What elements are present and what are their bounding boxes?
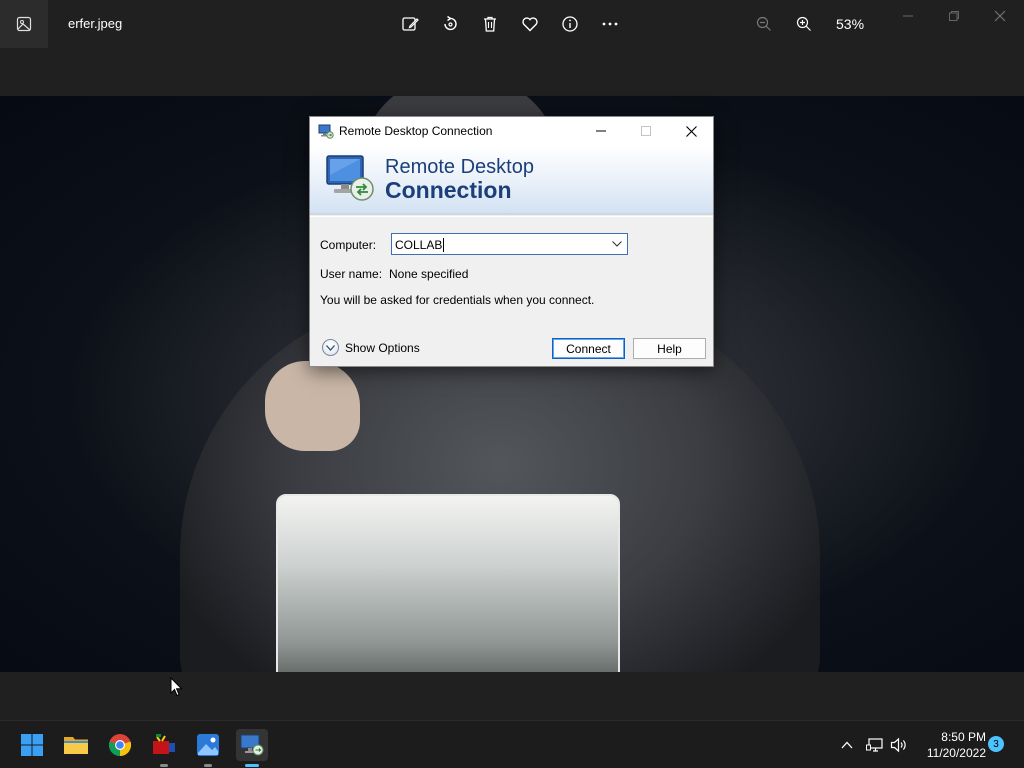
clock-time: 8:50 PM <box>941 730 986 744</box>
close-button[interactable] <box>982 6 1018 26</box>
mouse-cursor-icon <box>170 676 184 697</box>
rdc-banner-title-line2: Connection <box>385 177 512 203</box>
rotate-icon[interactable] <box>438 12 462 36</box>
minimize-button[interactable] <box>890 6 926 26</box>
clock-date: 11/20/2022 <box>926 746 986 760</box>
username-value: None specified <box>389 267 469 281</box>
more-icon[interactable] <box>598 12 622 36</box>
taskbar: 8:50 PM 11/20/2022 <box>0 720 1024 768</box>
running-indicator <box>160 764 168 767</box>
photo-figure-hand <box>265 361 360 451</box>
media-app-icon[interactable] <box>148 729 180 767</box>
system-clock[interactable]: 8:50 PM 11/20/2022 <box>916 729 986 761</box>
active-indicator <box>245 764 259 767</box>
photos-app-icon[interactable] <box>0 0 48 48</box>
network-icon[interactable] <box>864 733 886 757</box>
rdc-titlebar[interactable]: Remote Desktop Connection <box>310 117 713 145</box>
remote-desktop-taskbar-icon[interactable] <box>236 729 268 767</box>
expand-chevron-icon <box>322 339 339 356</box>
computer-input[interactable]: COLLAB <box>395 238 442 252</box>
photo-laptop <box>276 494 620 672</box>
connect-button[interactable]: Connect <box>552 338 625 359</box>
start-icon[interactable] <box>16 729 48 761</box>
file-name: erfer.jpeg <box>68 16 123 31</box>
computer-value-wrap: COLLAB <box>395 238 445 252</box>
notification-badge[interactable]: 3 <box>988 736 1004 752</box>
remote-desktop-dialog: Remote Desktop Connection Remote Desktop… <box>309 116 714 367</box>
rdc-minimize-button[interactable] <box>579 117 623 145</box>
rdc-banner-title-line1: Remote Desktop <box>385 156 534 178</box>
rdc-close-button[interactable] <box>669 117 713 145</box>
chrome-icon[interactable] <box>104 729 136 761</box>
help-button[interactable]: Help <box>633 338 706 359</box>
credentials-info-text: You will be asked for credentials when y… <box>320 293 595 307</box>
rdc-title: Remote Desktop Connection <box>339 124 493 138</box>
restore-button[interactable] <box>936 6 972 26</box>
photos-icon[interactable] <box>192 729 224 767</box>
zoom-controls: 53% <box>752 12 864 36</box>
rdc-maximize-button <box>624 117 668 145</box>
delete-icon[interactable] <box>478 12 502 36</box>
rdc-banner: Remote Desktop Connection <box>310 145 713 215</box>
file-explorer-icon[interactable] <box>60 729 92 761</box>
running-indicator <box>204 764 212 767</box>
text-caret <box>443 238 445 252</box>
remote-desktop-icon <box>318 123 334 139</box>
favorite-icon[interactable] <box>518 12 542 36</box>
computer-label: Computer: <box>320 238 377 252</box>
rdc-divider <box>310 216 713 217</box>
photos-titlebar: erfer.jpeg 53% <box>0 0 1024 48</box>
zoom-level[interactable]: 53% <box>836 16 864 32</box>
info-icon[interactable] <box>558 12 582 36</box>
username-label: User name: <box>320 267 383 281</box>
zoom-out-icon[interactable] <box>752 12 776 36</box>
remote-desktop-monitor-icon <box>324 153 376 203</box>
show-hidden-icons-chevron-icon[interactable] <box>838 733 856 757</box>
volume-icon[interactable] <box>888 733 910 757</box>
zoom-in-icon[interactable] <box>792 12 816 36</box>
show-options-toggle[interactable]: Show Options <box>322 339 420 356</box>
computer-combobox[interactable]: COLLAB <box>391 233 628 255</box>
chevron-down-icon[interactable] <box>609 236 625 252</box>
photo-toolbar <box>398 12 622 36</box>
show-options-label: Show Options <box>345 340 420 355</box>
edit-image-icon[interactable] <box>398 12 422 36</box>
